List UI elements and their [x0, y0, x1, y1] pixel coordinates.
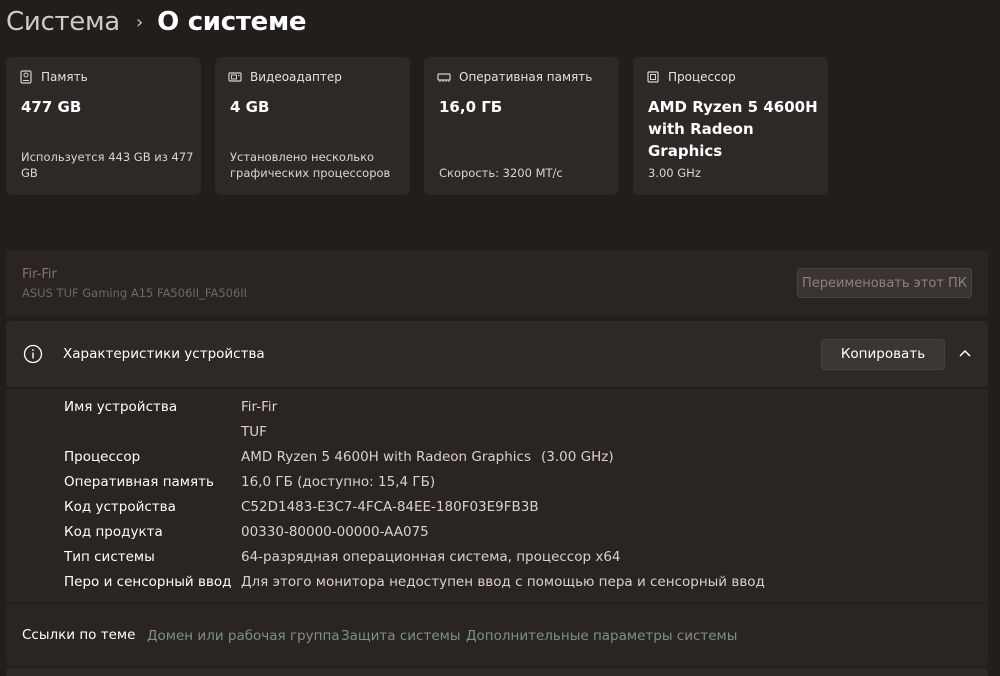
spec-row-ram: Оперативная память 16,0 ГБ (доступно: 15…: [6, 474, 988, 496]
processor-value-line1: AMD Ryzen 5 4600H: [648, 98, 818, 116]
display-adapter-card[interactable]: Видеоадаптер 4 GB Установлено несколько …: [215, 57, 410, 195]
spec-row-system-type: Тип системы 64-разрядная операционная си…: [6, 549, 988, 571]
ram-value: 16,0 ГБ: [439, 98, 503, 116]
spec-value: Для этого монитора недоступен ввод с пом…: [241, 574, 765, 590]
storage-value: 477 GB: [21, 98, 82, 116]
device-specs-header[interactable]: Характеристики устройства Копировать: [6, 321, 988, 387]
storage-card[interactable]: Память 477 GB Используется 443 GB из 477…: [6, 57, 201, 195]
spec-value: 00330-80000-00000-AA075: [241, 524, 429, 540]
related-links-title: Ссылки по теме: [22, 627, 136, 643]
display-adapter-value: 4 GB: [230, 98, 270, 116]
spec-value: AMD Ryzen 5 4600H with Radeon Graphics: [241, 449, 532, 465]
spec-key: Имя устройства: [64, 399, 178, 415]
processor-card[interactable]: Процессор AMD Ryzen 5 4600H with Radeon …: [633, 57, 828, 195]
spec-key: Перо и сенсорный ввод: [64, 574, 232, 590]
spec-row-product-id: Код продукта 00330-80000-00000-AA075: [6, 524, 988, 546]
next-section-edge: [6, 668, 988, 676]
processor-value-line2: with Radeon Graphics: [648, 120, 754, 160]
spec-value: Fir-Fir: [241, 399, 278, 415]
spec-key: Оперативная память: [64, 474, 214, 490]
advanced-system-settings-link[interactable]: Дополнительные параметры системы: [466, 628, 737, 644]
processor-value: AMD Ryzen 5 4600H with Radeon Graphics: [648, 96, 828, 162]
chevron-right-icon: ›: [135, 11, 144, 33]
storage-icon: [20, 70, 32, 84]
ram-speed: Скорость: 3200 МТ/с: [439, 166, 563, 180]
spec-row-processor: Процессор AMD Ryzen 5 4600H with Radeon …: [6, 449, 988, 471]
processor-speed: 3.00 GHz: [648, 166, 701, 180]
rename-pc-button[interactable]: Переименовать этот ПК: [797, 268, 972, 298]
spec-value-frequency: (3.00 GHz): [541, 449, 614, 465]
display-adapter-note-line1: Установлено несколько: [230, 150, 375, 164]
spec-row-device-id: Код устройства C52D1483-E3C7-4FCA-84EE-1…: [6, 499, 988, 521]
domain-workgroup-link[interactable]: Домен или рабочая группа: [147, 628, 340, 644]
spec-key: Код продукта: [64, 524, 163, 540]
display-adapter-label: Видеоадаптер: [250, 70, 342, 84]
spec-key: Код устройства: [64, 499, 176, 515]
pc-name: Fir-Fir: [22, 267, 57, 282]
spec-value: 16,0 ГБ (доступно: 15,4 ГБ): [241, 474, 436, 490]
chevron-up-icon[interactable]: [958, 348, 972, 358]
device-specs-title: Характеристики устройства: [63, 346, 265, 362]
storage-label: Память: [41, 70, 88, 84]
storage-usage-line2: GB: [21, 166, 38, 180]
display-adapter-icon: [228, 72, 242, 82]
related-links: Ссылки по теме Домен или рабочая группа …: [6, 604, 988, 666]
spec-key: Тип системы: [64, 549, 155, 565]
device-specs-body: Имя устройства Fir-Fir TUF Процессор AMD…: [6, 389, 988, 602]
spec-row-device-name-secondary: TUF: [6, 424, 988, 446]
spec-row-pen-touch: Перо и сенсорный ввод Для этого монитора…: [6, 574, 988, 596]
pc-name-row: Fir-Fir ASUS TUF Gaming A15 FA506II_FA50…: [6, 250, 988, 316]
spec-value: TUF: [241, 424, 267, 440]
copy-button[interactable]: Копировать: [821, 339, 945, 370]
breadcrumb: Система › О системе: [6, 2, 307, 42]
spec-value: 64-разрядная операционная система, проце…: [241, 549, 621, 565]
about-system-page: Система › О системе Память 477 GB Исполь…: [0, 0, 1000, 676]
spec-key: Процессор: [64, 449, 141, 465]
ram-icon: [437, 73, 451, 82]
processor-icon: [647, 71, 659, 83]
page-title: О системе: [157, 7, 307, 37]
processor-label: Процессор: [668, 70, 736, 84]
spec-row-device-name: Имя устройства Fir-Fir: [6, 399, 988, 421]
display-adapter-note-line2: графических процессоров: [230, 166, 391, 180]
system-protection-link[interactable]: Защита системы: [341, 628, 460, 644]
storage-usage-line1: Используется 443 GB из 477: [21, 150, 194, 164]
ram-card[interactable]: Оперативная память 16,0 ГБ Скорость: 320…: [424, 57, 619, 195]
ram-label: Оперативная память: [459, 70, 593, 84]
info-icon: [23, 344, 43, 364]
spec-value: C52D1483-E3C7-4FCA-84EE-180F03E9FB3B: [241, 499, 539, 515]
breadcrumb-system-link[interactable]: Система: [6, 7, 120, 37]
pc-model: ASUS TUF Gaming A15 FA506II_FA506II: [22, 286, 248, 300]
